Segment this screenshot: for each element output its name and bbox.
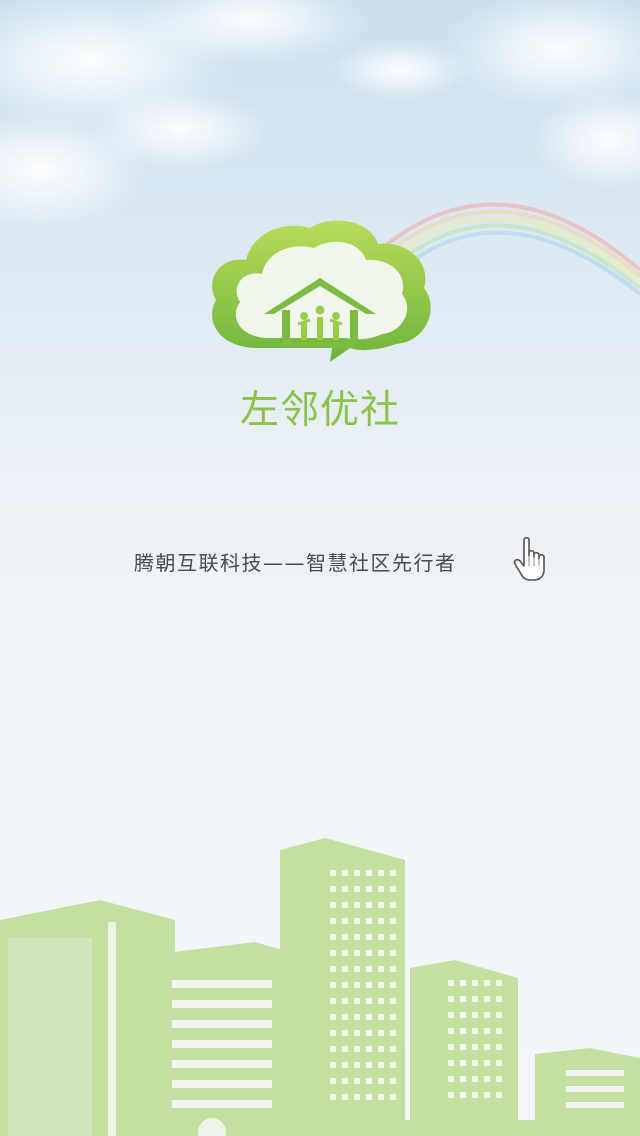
city-skyline-icon — [0, 838, 640, 1136]
cloud-house-icon — [212, 220, 431, 362]
slogan-text: 腾朝互联科技——智慧社区先行者 — [134, 551, 457, 575]
app-name: 左邻优社 — [239, 388, 400, 433]
clouds — [0, 0, 640, 230]
pointing-hand-icon[interactable] — [510, 536, 554, 584]
